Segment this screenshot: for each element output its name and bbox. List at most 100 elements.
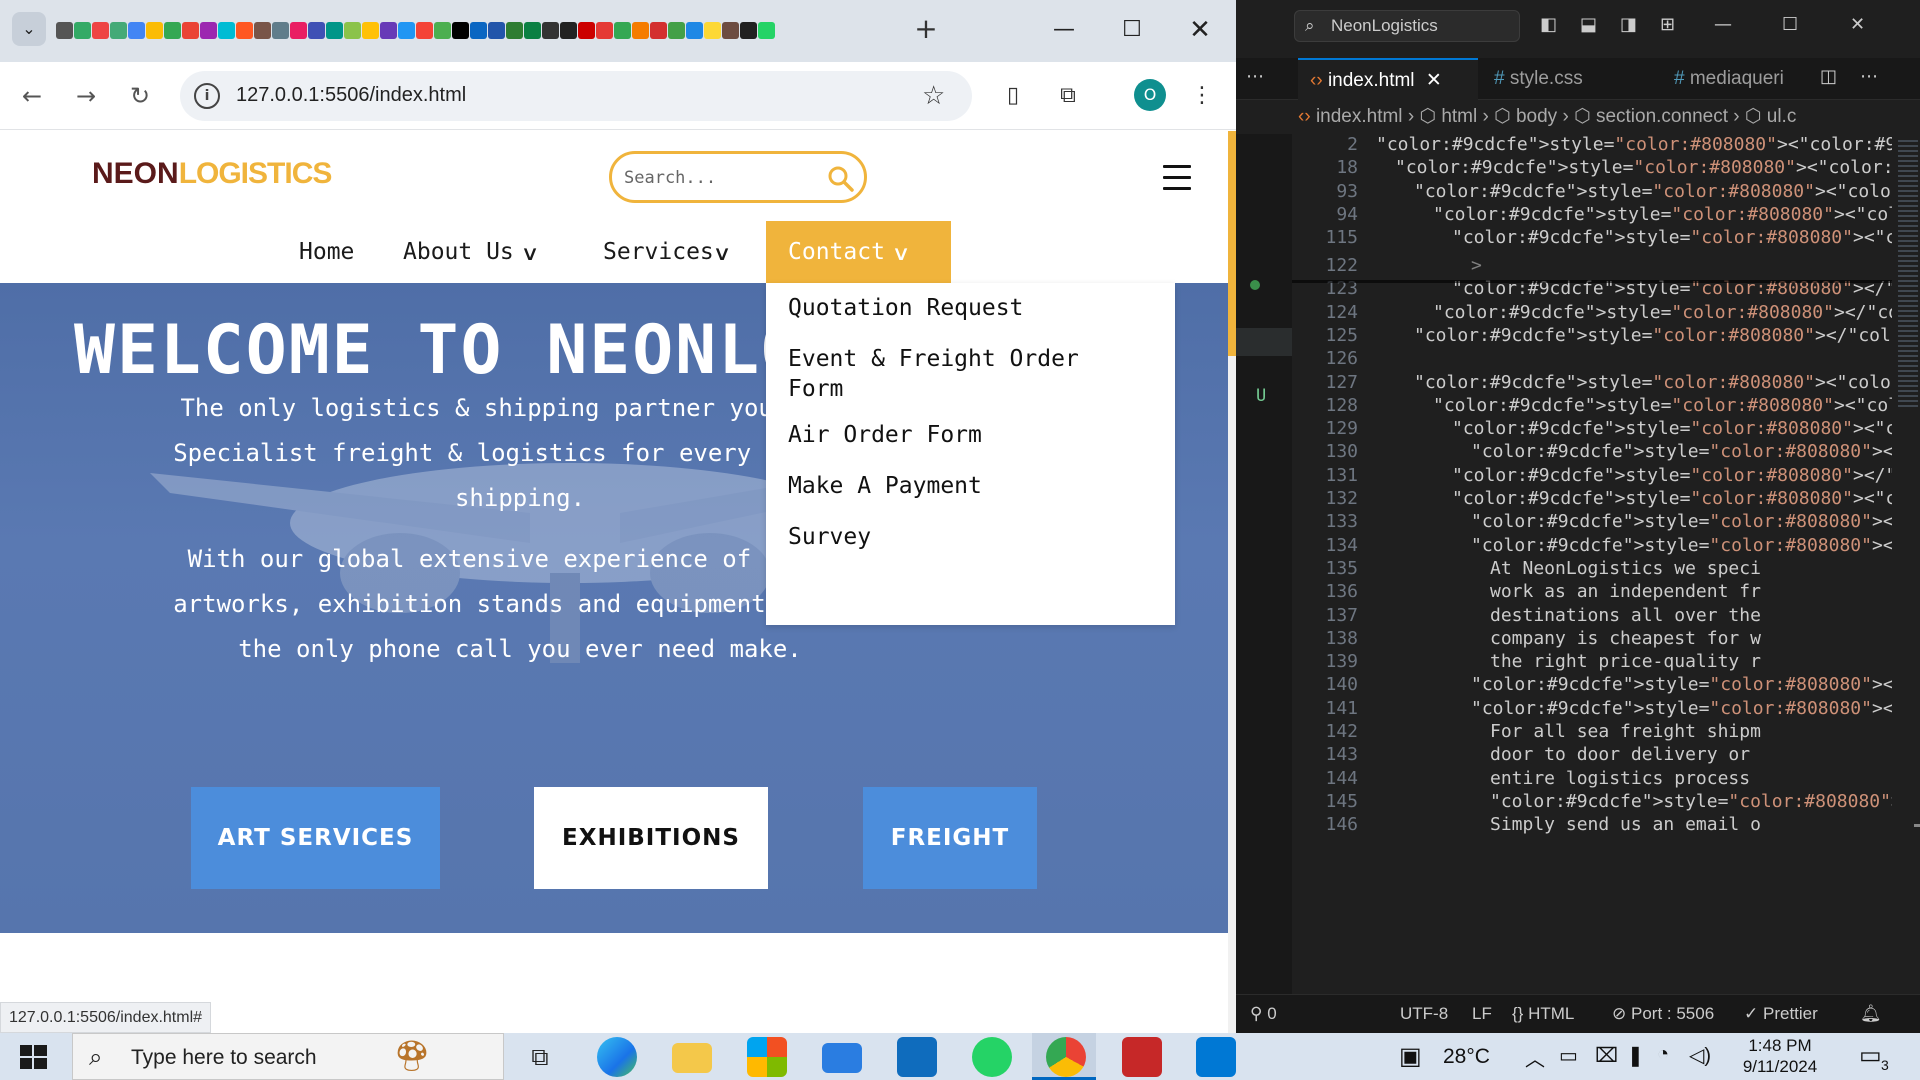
code-line[interactable]: "color:#9cdcfe">style="color:#808080"><"… [1490,791,1892,812]
tab-favicon-icon[interactable] [344,21,361,39]
code-line[interactable]: "color:#9cdcfe">style="color:#808080"><"… [1471,535,1892,556]
site-logo[interactable]: NEON LOGISTICS [92,157,332,191]
clock[interactable]: 1:48 PM 9/11/2024 [1725,1035,1835,1077]
edge-icon[interactable] [597,1037,637,1077]
tab-favicon-icon[interactable] [758,21,775,39]
tab-favicon-icon[interactable] [614,21,631,39]
menu-item-quotation-request[interactable]: Quotation Request [788,293,1148,323]
code-line[interactable]: "color:#9cdcfe">style="color:#808080"><"… [1452,418,1892,439]
tab-favicon-icon[interactable] [740,21,757,39]
device-icon[interactable]: ⌧ [1595,1043,1618,1068]
hamburger-menu-icon[interactable] [1163,165,1191,191]
code-line[interactable]: work as an independent fr [1490,581,1761,602]
chrome-icon[interactable] [1046,1037,1086,1077]
toggle-sidebar-icon[interactable]: ◧ [1540,14,1557,35]
breadcrumb-item[interactable]: body [1516,106,1557,127]
code-line[interactable]: door to door delivery or [1490,744,1750,765]
tab-favicon-icon[interactable] [56,21,73,39]
reload-icon[interactable]: ↻ [120,76,160,116]
tab-favicon-icon[interactable] [182,21,199,39]
exhibitions-button[interactable]: EXHIBITIONS [534,787,768,889]
tab-favicon-icon[interactable] [272,21,289,39]
code-line[interactable]: "color:#9cdcfe">style="color:#808080"><"… [1471,511,1892,532]
tab-favicon-icon[interactable] [308,21,325,39]
windows-start-icon[interactable] [14,1039,54,1075]
code-line[interactable]: "color:#9cdcfe">style="color:#808080"></… [1414,325,1892,346]
tab-favicon-icon[interactable] [146,21,163,39]
more-actions-icon[interactable]: ⋯ [1860,66,1878,87]
site-info-icon[interactable]: i [194,83,220,109]
tab-style-css[interactable]: # style.css [1482,58,1652,100]
ports-status[interactable]: ⚲ 0 [1250,995,1277,1033]
tab-favicon-icon[interactable] [218,21,235,39]
address-url[interactable]: 127.0.0.1:5506/index.html [236,84,466,107]
back-arrow-icon[interactable]: ← [12,76,52,116]
tab-favicon-icon[interactable] [398,21,415,39]
nav-contact[interactable]: Contact ∨ [766,221,951,283]
whatsapp-icon[interactable] [972,1037,1012,1077]
page-scrollbar[interactable] [1228,131,1236,1033]
reading-mode-icon[interactable]: ▯ [995,78,1031,114]
code-line[interactable]: Simply send us an email o [1490,814,1761,835]
tab-favicon-icon[interactable] [560,21,577,39]
split-editor-icon[interactable]: ◫ [1820,66,1837,87]
menu-item-air-order-form[interactable]: Air Order Form [788,420,1148,450]
tab-favicon-icon[interactable] [164,21,181,39]
freight-button[interactable]: FREIGHT [863,787,1037,889]
menu-item-event-freight-order-form[interactable]: Event & Freight Order Form [788,344,1148,404]
maximize-icon[interactable]: ☐ [1102,10,1162,50]
tab-favicon-icon[interactable] [110,21,127,39]
code-line[interactable]: "color:#9cdcfe">style="color:#808080"><"… [1471,698,1892,719]
close-tab-icon[interactable]: ✕ [1426,70,1442,91]
taskbar-search[interactable]: ⌕ Type here to search 🍄︎ [72,1033,504,1080]
file-explorer-icon[interactable] [672,1043,712,1073]
code-line[interactable]: the right price-quality r [1490,651,1761,672]
breadcrumb-item[interactable]: index.html [1316,106,1403,127]
mail-icon[interactable] [822,1043,862,1073]
tab-favicon-icon[interactable] [488,21,505,39]
tab-favicon-icon[interactable] [578,21,595,39]
tab-favicon-icon[interactable] [704,21,721,39]
tab-favicon-icon[interactable] [524,21,541,39]
tab-favicon-icon[interactable] [200,21,217,39]
toggle-secondary-sidebar-icon[interactable]: ◨ [1620,14,1637,35]
code-editor[interactable]: 2 "color:#9cdcfe">style="color:#808080"><… [1292,134,1892,994]
tab-favicon-icon[interactable] [668,21,685,39]
maximize-icon[interactable]: ☐ [1782,14,1798,35]
new-tab-button[interactable]: + [906,12,946,48]
sticky-code-line[interactable]: "color:#9cdcfe">style="color:#808080"><"… [1395,157,1892,178]
tab-mediaqueries[interactable]: # mediaqueri [1662,58,1822,100]
temperature[interactable]: 28°C [1443,1045,1490,1069]
tab-favicon-icon[interactable] [92,21,109,39]
toggle-panel-icon[interactable]: ⬓ [1580,14,1597,35]
tab-favicon-icon[interactable] [326,21,343,39]
weather-icon[interactable]: ▣ [1399,1042,1422,1071]
tab-favicon-icon[interactable] [596,21,613,39]
task-view-icon[interactable]: ⧉ [520,1037,560,1077]
tab-favicon-icon[interactable] [632,21,649,39]
bookmark-star-icon[interactable]: ☆ [922,81,945,111]
eol-status[interactable]: LF [1472,995,1492,1033]
breadcrumb-item[interactable]: html [1441,106,1477,127]
nav-about[interactable]: About Us ∨ [403,221,538,283]
command-center[interactable]: ⌕ NeonLogistics [1294,10,1520,42]
tab-favicon-icon[interactable] [650,21,667,39]
tab-favicon-icon[interactable] [416,21,433,39]
scrollbar-thumb[interactable] [1228,131,1236,356]
tab-favicon-icon[interactable] [380,21,397,39]
live-server-status[interactable]: ⊘ Port : 5506 [1612,995,1714,1033]
close-icon[interactable]: ✕ [1850,14,1865,35]
microsoft-store-icon[interactable] [747,1037,787,1077]
sticky-code-line[interactable]: "color:#9cdcfe">style="color:#808080"><"… [1376,134,1892,155]
breadcrumb-item[interactable]: ul.c [1767,106,1797,127]
customize-layout-icon[interactable]: ⊞ [1660,14,1675,35]
site-search-input[interactable] [624,164,814,192]
tab-favicon-icon[interactable] [236,21,253,39]
profile-avatar[interactable]: O [1134,79,1166,111]
notification-center-icon[interactable]: ▭ [1859,1041,1882,1070]
search-icon[interactable] [826,164,856,194]
forward-arrow-icon[interactable]: → [66,76,106,116]
code-line[interactable]: "color:#9cdcfe">style="color:#808080"><"… [1414,372,1892,393]
tab-favicon-icon[interactable] [254,21,271,39]
code-line[interactable]: destinations all over the [1490,605,1761,626]
